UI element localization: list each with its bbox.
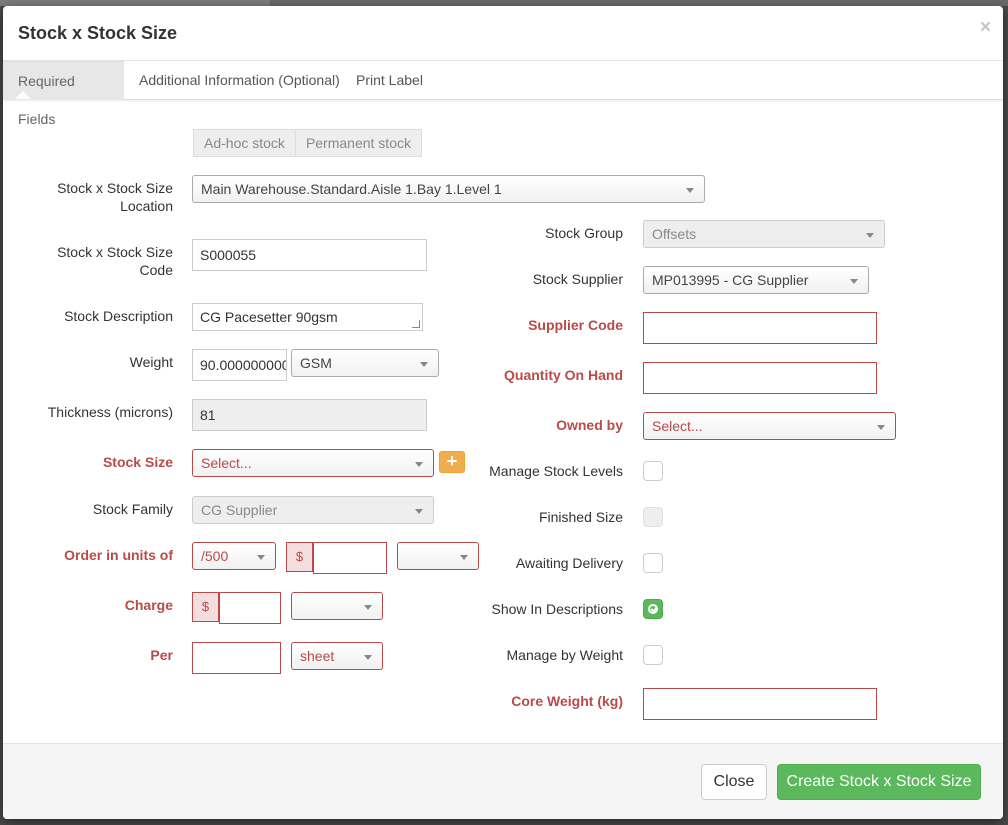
chevron-down-icon <box>877 425 885 430</box>
tab-print-label[interactable]: Print Label <box>341 61 438 100</box>
quantity-on-hand-label: Quantity On Hand <box>504 367 623 383</box>
per-unit-select[interactable]: sheet <box>291 642 383 670</box>
awaiting-delivery-checkbox[interactable] <box>643 553 663 573</box>
active-tab-indicator <box>15 91 31 99</box>
owned-by-select[interactable]: Select... <box>643 412 896 440</box>
chevron-down-icon <box>415 509 423 514</box>
finished-size-label: Finished Size <box>538 509 623 525</box>
thickness-input[interactable]: 81 <box>192 399 427 431</box>
chevron-down-icon <box>257 555 265 560</box>
resize-handle-icon[interactable] <box>412 320 420 328</box>
stock-size-label: Stock Size <box>102 454 173 470</box>
chevron-down-icon <box>850 279 858 284</box>
charge-label: Charge <box>124 597 173 613</box>
show-in-descriptions-checkbox[interactable] <box>643 599 663 619</box>
supplier-code-label: Supplier Code <box>528 317 623 333</box>
code-input[interactable]: S000055 <box>192 239 427 271</box>
modal-header: Stock x Stock Size × <box>3 6 1003 61</box>
create-stock-button[interactable]: Create Stock x Stock Size <box>777 764 981 800</box>
stock-group-label: Stock Group <box>545 225 623 241</box>
stock-size-select[interactable]: Select... <box>192 449 434 477</box>
manage-by-weight-label: Manage by Weight <box>506 647 623 663</box>
charge-currency-addon: $ <box>192 592 219 622</box>
thickness-label: Thickness (microns) <box>47 404 173 420</box>
stock-supplier-label: Stock Supplier <box>532 271 623 287</box>
order-units-label: Order in units of <box>64 547 173 563</box>
chevron-down-icon <box>364 655 372 660</box>
core-weight-input[interactable] <box>643 688 877 720</box>
per-label: Per <box>150 647 173 663</box>
order-amount-input[interactable] <box>313 542 387 574</box>
weight-unit-select[interactable]: GSM <box>291 349 439 377</box>
stock-size-placeholder: Select... <box>201 455 252 471</box>
stock-type-toggle: Ad-hoc stock Permanent stock <box>193 129 422 157</box>
per-input[interactable] <box>192 642 281 674</box>
check-circle-icon <box>648 604 658 614</box>
chevron-down-icon <box>420 362 428 367</box>
chevron-down-icon <box>415 462 423 467</box>
show-in-descriptions-label: Show In Descriptions <box>491 601 623 617</box>
awaiting-delivery-label: Awaiting Delivery <box>515 555 623 571</box>
manage-stock-levels-label: Manage Stock Levels <box>489 463 623 479</box>
order-units-select[interactable]: /500 <box>192 542 276 570</box>
weight-input[interactable]: 90.0000000000 <box>192 349 287 381</box>
stock-family-value: CG Supplier <box>201 502 278 518</box>
weight-unit-value: GSM <box>300 355 332 371</box>
stock-family-select[interactable]: CG Supplier <box>192 496 434 524</box>
modal-dialog: Stock x Stock Size × Required Fields Add… <box>3 6 1003 819</box>
weight-label: Weight <box>129 354 173 370</box>
currency-addon: $ <box>286 542 313 572</box>
chevron-down-icon <box>364 605 372 610</box>
owned-by-label: Owned by <box>556 417 623 433</box>
order-units-value: /500 <box>201 548 229 564</box>
finished-size-checkbox[interactable] <box>643 507 663 527</box>
chevron-down-icon <box>686 188 694 193</box>
close-button[interactable]: Close <box>701 764 767 800</box>
charge-amount-input[interactable] <box>219 592 281 624</box>
location-label: Stock x Stock Size Location <box>57 180 173 214</box>
supplier-code-input[interactable] <box>643 312 877 344</box>
quantity-on-hand-input[interactable] <box>643 362 877 394</box>
manage-stock-levels-checkbox[interactable] <box>643 461 663 481</box>
description-label: Stock Description <box>64 308 173 324</box>
close-icon[interactable]: × <box>980 18 991 37</box>
description-textarea[interactable]: CG Pacesetter 90gsm <box>192 303 423 331</box>
stock-group-select[interactable]: Offsets <box>643 220 885 248</box>
ad-hoc-stock-button[interactable]: Ad-hoc stock <box>193 129 296 157</box>
stock-group-value: Offsets <box>652 226 697 242</box>
tab-additional-information[interactable]: Additional Information (Optional) <box>124 61 355 100</box>
code-label: Stock x Stock Size Code <box>57 244 173 278</box>
stock-supplier-value: MP013995 - CG Supplier <box>652 272 809 288</box>
stock-supplier-select[interactable]: MP013995 - CG Supplier <box>643 266 869 294</box>
location-value: Main Warehouse.Standard.Aisle 1.Bay 1.Le… <box>201 181 502 197</box>
chevron-down-icon <box>866 233 874 238</box>
modal-title: Stock x Stock Size <box>18 23 178 43</box>
core-weight-label: Core Weight (kg) <box>511 693 623 709</box>
owned-by-placeholder: Select... <box>652 418 703 434</box>
manage-by-weight-checkbox[interactable] <box>643 645 663 665</box>
stock-family-label: Stock Family <box>92 501 173 517</box>
per-unit-value: sheet <box>300 648 335 664</box>
tab-bar: Required Fields Additional Information (… <box>3 61 1003 127</box>
permanent-stock-button[interactable]: Permanent stock <box>295 129 422 157</box>
location-select[interactable]: Main Warehouse.Standard.Aisle 1.Bay 1.Le… <box>192 175 705 203</box>
charge-unit-select[interactable] <box>291 592 383 620</box>
modal-footer: Close Create Stock x Stock Size <box>3 743 1003 819</box>
description-value: CG Pacesetter 90gsm <box>200 309 338 325</box>
